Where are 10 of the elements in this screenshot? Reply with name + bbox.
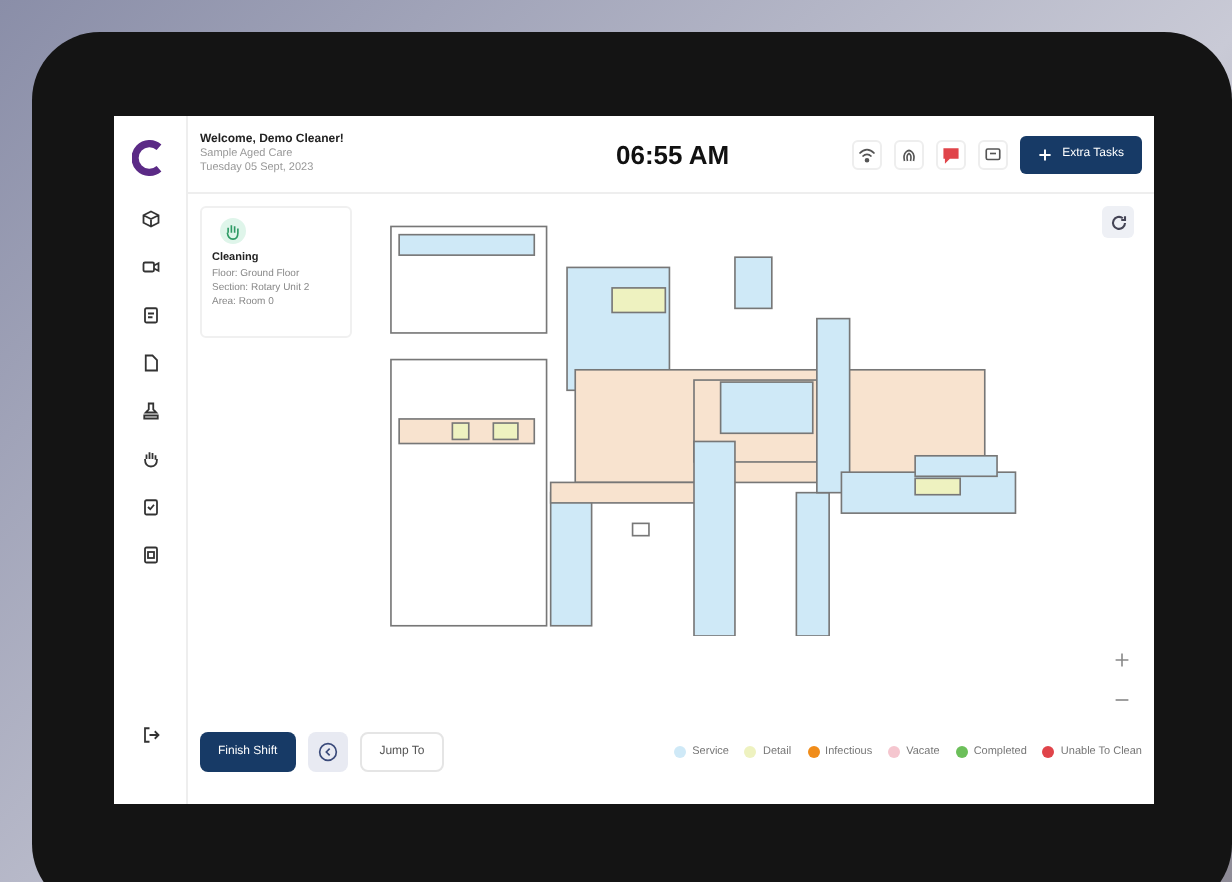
wifi-icon[interactable] [852, 139, 883, 169]
locate-icon[interactable] [307, 732, 348, 772]
cleaning-hand-icon [220, 218, 246, 244]
refresh-icon[interactable] [1102, 206, 1134, 238]
chat-icon[interactable] [936, 139, 967, 169]
plus-icon [1038, 147, 1053, 161]
message-icon[interactable] [978, 139, 1009, 169]
clock-time: 06:55 AM [616, 139, 730, 169]
zoom-in-icon[interactable] [1110, 648, 1134, 672]
fingerprint-icon[interactable] [894, 139, 925, 169]
